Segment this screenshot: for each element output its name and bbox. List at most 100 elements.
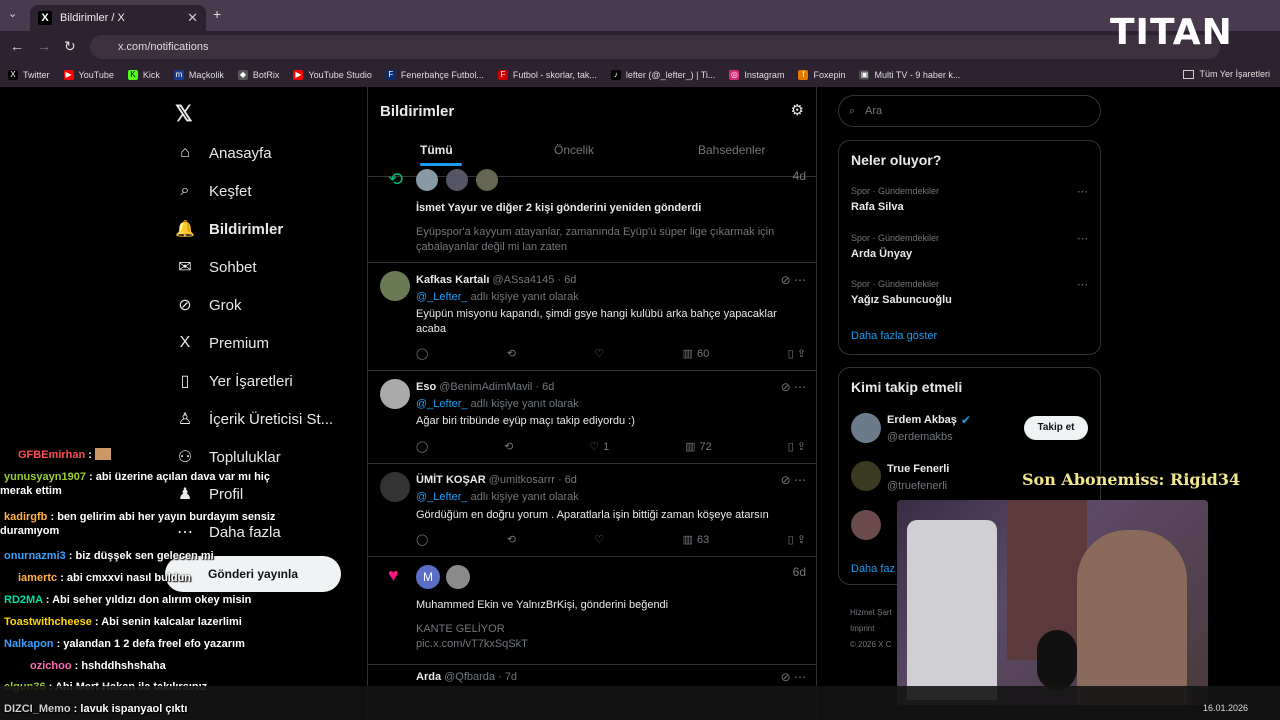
avatar: [380, 472, 410, 502]
post-actions: ◯ ⟲ ♡ 1 ▥ 72 ▯ ⇪: [416, 440, 806, 454]
author-name: Kafkas Kartalı @ASsa4145 · 6d: [416, 274, 577, 286]
more-icon: ⋯: [1077, 233, 1088, 245]
grok-and-more-icons[interactable]: ⊘ ⋯: [781, 473, 806, 487]
all-bookmarks-folder[interactable]: Tüm Yer İşaretleri: [1183, 69, 1270, 79]
post-text: Eyüpspor'a kayyum atayanlar, zamanında E…: [416, 226, 775, 253]
reply-icon[interactable]: ◯: [416, 347, 428, 360]
folder-icon: [1183, 69, 1195, 79]
sub-alert: Son Abonemiss: Rigid34: [1022, 470, 1241, 489]
notifications-feed: Bildirimler ⚙ Tümü Öncelik Bahsedenler ⟲…: [367, 87, 817, 720]
post-text: KANTE GELİYOR: [416, 623, 505, 635]
bookmark-kick[interactable]: K Kick: [127, 70, 160, 80]
views-count[interactable]: ▥ 60: [683, 347, 710, 361]
bookmark-multitv[interactable]: ▣ Multi TV - 9 haber k...: [859, 70, 960, 80]
views-count[interactable]: ▥ 72: [685, 440, 712, 454]
grok-and-more-icons[interactable]: ⊘ ⋯: [781, 670, 806, 684]
repost-icon[interactable]: ⟲: [504, 440, 513, 453]
like-icon[interactable]: ♡ 1: [589, 440, 609, 454]
emote-icon: [95, 448, 112, 460]
nav-notifications[interactable]: 🔔 Bildirimler: [175, 219, 283, 239]
reply-item[interactable]: Kafkas Kartalı @ASsa4145 · 6d ⊘ ⋯ @_Left…: [368, 263, 816, 371]
reply-item[interactable]: ÜMİT KOŞAR @umitkosarrr · 6d ⊘ ⋯ @_Lefte…: [368, 464, 816, 557]
bookmark-botrix[interactable]: ◆ BotRix: [237, 70, 279, 80]
chat-message: Nalkapon : yalandan 1 2 defa freel efo y…: [4, 638, 245, 650]
bookmark-foxepin[interactable]: f Foxepin: [798, 70, 845, 80]
post-actions: ◯ ⟲ ♡ ▥ 60 ▯ ⇪: [416, 347, 806, 361]
bookmark-share-icons[interactable]: ▯ ⇪: [788, 347, 806, 360]
active-tab-indicator: [420, 163, 462, 166]
url-input[interactable]: x.com/notifications: [90, 35, 1220, 59]
titan-logo: TITAN: [1110, 12, 1233, 53]
grok-and-more-icons[interactable]: ⊘ ⋯: [781, 273, 806, 287]
author-name: Eso @BenimAdimMavil · 6d: [416, 381, 555, 393]
notification-item[interactable]: ⟲ 4d İsmet Yayur ve diğer 2 kişi gönderi…: [368, 167, 816, 263]
chat-message: onurnazmi3 : biz düşşek sen gelecen mi: [4, 550, 214, 562]
bookmark-futbol[interactable]: F Futbol - skorlar, tak...: [497, 70, 597, 80]
post-link[interactable]: pic.x.com/vT7kxSqSkT: [416, 637, 528, 652]
avatar: [380, 379, 410, 409]
browser-tab[interactable]: X Bildirimler / X ✕: [30, 5, 206, 31]
search-icon: ⌕: [849, 105, 856, 117]
tab-mentions[interactable]: Bahsedenler: [698, 143, 765, 157]
author-name: ÜMİT KOŞAR @umitkosarrr · 6d: [416, 474, 577, 486]
search-input[interactable]: ⌕ Ara: [838, 95, 1101, 127]
like-icon[interactable]: ♡: [594, 533, 604, 546]
chat-message: kadirgfb : ben gelirim abi her yayın bur…: [0, 511, 276, 537]
bookmark-youtube[interactable]: ▶ YouTube: [63, 70, 114, 80]
nav-creator-studio[interactable]: ♙ İçerik Üreticisi St...: [175, 409, 333, 429]
tab-title: Bildirimler / X: [60, 12, 125, 24]
bookmark-mackolik[interactable]: m Maçkolik: [173, 70, 224, 80]
page-title: Bildirimler: [380, 103, 455, 120]
follow-button[interactable]: Takip et: [1024, 416, 1088, 440]
bookmark-youtube-studio[interactable]: ▶ YouTube Studio: [293, 70, 372, 80]
taskbar-date: 16.01.2026: [1202, 703, 1248, 713]
like-icon[interactable]: ♡: [594, 347, 604, 360]
reply-context: @_Lefter_ adlı kişiye yanıt olarak: [416, 491, 579, 503]
tab-search-icon[interactable]: ⌄: [8, 7, 17, 20]
avatar: [380, 271, 410, 301]
bookmark-instagram[interactable]: ◎ Instagram: [729, 70, 784, 80]
avatar: [476, 169, 498, 191]
bookmark-fenerbahce[interactable]: F Fenerbahçe Futbol...: [385, 70, 484, 80]
settings-gear-icon[interactable]: ⚙: [791, 101, 804, 119]
reply-icon[interactable]: ◯: [416, 440, 428, 453]
views-count[interactable]: ▥ 63: [683, 533, 710, 547]
nav-bookmarks[interactable]: ▯ Yer İşaretleri: [175, 371, 293, 391]
url-text: x.com/notifications: [118, 41, 209, 53]
grok-and-more-icons[interactable]: ⊘ ⋯: [781, 380, 806, 394]
tab-priority[interactable]: Öncelik: [554, 143, 594, 157]
bookmark-share-icons[interactable]: ▯ ⇪: [788, 533, 806, 546]
chat-message: GFBEmirhan :: [0, 448, 300, 462]
streamer: [1077, 530, 1187, 705]
tab-all[interactable]: Tümü: [420, 143, 453, 157]
forward-icon[interactable]: →: [37, 38, 51, 54]
nav-home[interactable]: ⌂ Anasayfa: [175, 143, 271, 163]
nav-premium[interactable]: X Premium: [175, 333, 269, 353]
nav-chat[interactable]: ✉ Sohbet: [175, 257, 256, 277]
nav-explore[interactable]: ⌕ Keşfet: [175, 181, 252, 201]
webcam-overlay: [897, 500, 1208, 705]
notification-item[interactable]: ♥ M 6d Muhammed Ekin ve YalnızBrKişi, gö…: [368, 557, 816, 665]
repost-icon[interactable]: ⟲: [507, 533, 516, 546]
gaming-chair: [907, 520, 997, 700]
back-icon[interactable]: ←: [10, 38, 24, 54]
reply-item[interactable]: Eso @BenimAdimMavil · 6d ⊘ ⋯ @_Lefter_ a…: [368, 371, 816, 464]
bookmark-share-icons[interactable]: ▯ ⇪: [788, 440, 806, 453]
repost-icon[interactable]: ⟲: [507, 347, 516, 360]
show-more-link[interactable]: Daha fazla göster: [851, 330, 937, 342]
bookmark-tiktok[interactable]: ♪ lefter (@_lefter_) | Ti...: [610, 70, 715, 80]
avatar: [446, 169, 468, 191]
reload-icon[interactable]: ↻: [64, 38, 76, 55]
x-logo-icon[interactable]: 𝕏: [175, 101, 193, 127]
close-tab-icon[interactable]: ✕: [187, 10, 198, 26]
timestamp: 6d: [792, 565, 806, 579]
browser-tab-strip: ⌄ X Bildirimler / X ✕ +: [0, 0, 1280, 31]
bookmark-twitter[interactable]: X Twitter: [8, 70, 50, 80]
nav-grok[interactable]: ⊘ Grok: [175, 295, 241, 315]
chat-message: ozichoo : hshddhshshaha: [30, 660, 166, 672]
bookmarks-bar: X Twitter ▶ YouTube K Kick m Maçkolik ◆ BotRi…: [0, 63, 1280, 87]
chat-message: DIZCI_Memo : lavuk ispanyaol çıktı: [4, 703, 188, 715]
reply-icon[interactable]: ◯: [416, 533, 428, 546]
show-more-link[interactable]: Daha faz: [851, 563, 895, 575]
new-tab-icon[interactable]: +: [213, 6, 221, 22]
